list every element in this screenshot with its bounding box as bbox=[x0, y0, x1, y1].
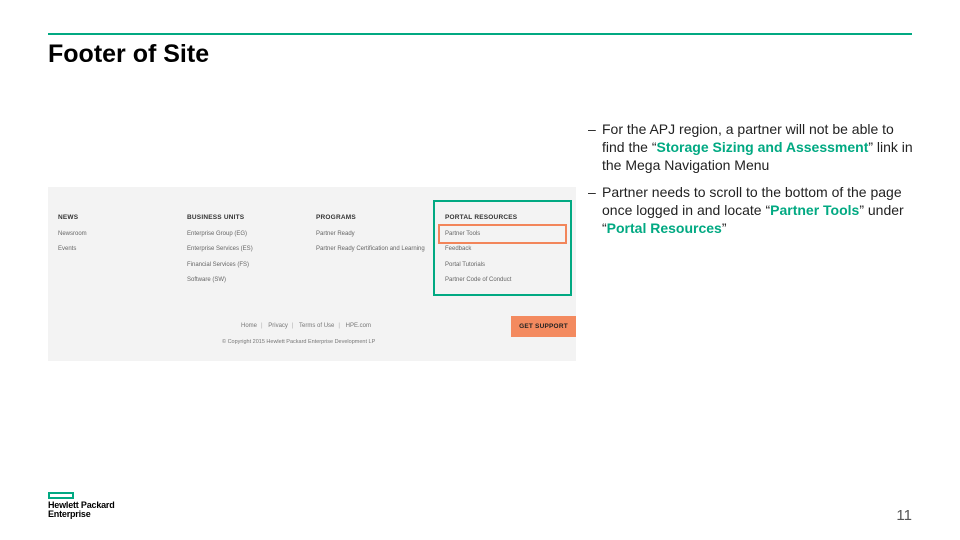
footer-link-fs[interactable]: Financial Services (FS) bbox=[187, 262, 249, 268]
separator: | bbox=[338, 323, 340, 329]
bullet-list: – For the APJ region, a partner will not… bbox=[588, 120, 918, 246]
copyright-text: © Copyright 2015 Hewlett Packard Enterpr… bbox=[222, 339, 376, 345]
highlight-storage-sizing: Storage Sizing and Assessment bbox=[656, 139, 869, 155]
footer-link-sw[interactable]: Software (SW) bbox=[187, 277, 226, 283]
legal-link-home[interactable]: Home bbox=[241, 323, 257, 329]
footer-link-code-of-conduct[interactable]: Partner Code of Conduct bbox=[445, 277, 511, 283]
highlight-partner-tools: Partner Tools bbox=[770, 202, 860, 218]
legal-link-terms[interactable]: Terms of Use bbox=[299, 323, 334, 329]
hpe-logo: Hewlett Packard Enterprise bbox=[48, 492, 115, 519]
logo-rectangle-icon bbox=[48, 492, 74, 499]
highlight-portal-resources: Portal Resources bbox=[606, 220, 722, 236]
column-heading-news: NEWS bbox=[58, 214, 79, 221]
page-title: Footer of Site bbox=[48, 40, 210, 68]
logo-line-2: Enterprise bbox=[48, 509, 91, 519]
footer-link-newsroom[interactable]: Newsroom bbox=[58, 231, 87, 237]
column-heading-business-units: BUSINESS UNITS bbox=[187, 214, 245, 221]
footer-link-partner-ready[interactable]: Partner Ready bbox=[316, 231, 355, 237]
dash-marker: – bbox=[588, 121, 596, 137]
title-rule bbox=[48, 33, 912, 35]
footer-link-es[interactable]: Enterprise Services (ES) bbox=[187, 246, 253, 252]
column-heading-programs: PROGRAMS bbox=[316, 214, 356, 221]
bullet-item: – Partner needs to scroll to the bottom … bbox=[588, 184, 904, 236]
footer-link-events[interactable]: Events bbox=[58, 246, 76, 252]
footer-link-eg[interactable]: Enterprise Group (EG) bbox=[187, 231, 247, 237]
column-heading-portal-resources: PORTAL RESOURCES bbox=[445, 214, 518, 221]
bullet-item: – For the APJ region, a partner will not… bbox=[588, 121, 913, 173]
separator: | bbox=[261, 323, 263, 329]
legal-link-hpe[interactable]: HPE.com bbox=[346, 323, 371, 329]
footer-link-portal-tutorials[interactable]: Portal Tutorials bbox=[445, 262, 485, 268]
page-number: 11 bbox=[896, 507, 912, 524]
separator: | bbox=[291, 323, 294, 329]
footer-link-partner-tools[interactable]: Partner Tools bbox=[445, 231, 480, 237]
legal-link-privacy[interactable]: Privacy bbox=[268, 323, 288, 329]
footer-link-feedback[interactable]: Feedback bbox=[445, 246, 471, 252]
footer-link-certification[interactable]: Partner Ready Certification and Learning bbox=[316, 246, 425, 252]
legal-links: Home | Privacy | Terms of Use | HPE.com bbox=[241, 323, 375, 329]
footer-screenshot: NEWS Newsroom Events BUSINESS UNITS Ente… bbox=[48, 187, 576, 361]
get-support-button[interactable]: GET SUPPORT bbox=[511, 316, 576, 337]
dash-marker: – bbox=[588, 184, 596, 200]
